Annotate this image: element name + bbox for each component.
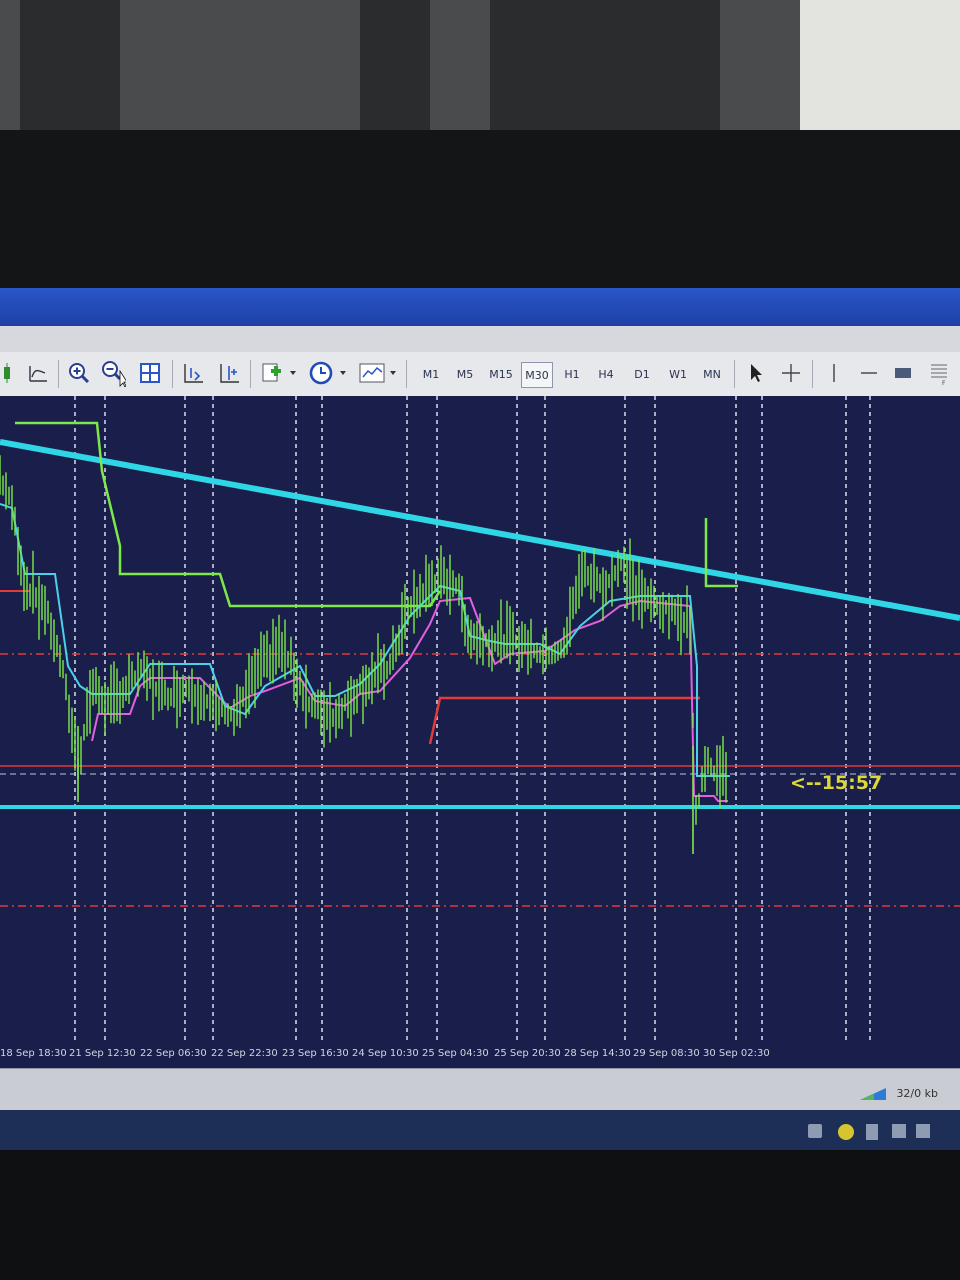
time-axis-label: 25 Sep 20:30 [494, 1048, 561, 1059]
connection-bars-icon [860, 1088, 886, 1100]
time-axis: 18 Sep 18:30 21 Sep 12:30 22 Sep 06:30 2… [0, 1042, 960, 1068]
volume-icon[interactable] [916, 1124, 930, 1138]
moving-average [91, 596, 728, 802]
flag-icon[interactable] [866, 1124, 878, 1140]
crosshair-icon[interactable] [778, 360, 804, 386]
zoom-out-icon[interactable] [100, 360, 126, 387]
time-axis-label: 30 Sep 02:30 [703, 1048, 770, 1059]
timeframe-h4-button[interactable]: H4 [591, 362, 621, 386]
timeframe-w1-button[interactable]: W1 [663, 362, 693, 386]
zoom-in-icon[interactable] [66, 360, 92, 386]
time-axis-label: 21 Sep 12:30 [69, 1048, 136, 1059]
time-axis-label: 23 Sep 16:30 [282, 1048, 349, 1059]
rectangle-icon[interactable] [890, 360, 916, 386]
status-bar: 32/0 kb [0, 1068, 960, 1111]
timeframe-d1-button[interactable]: D1 [627, 362, 657, 386]
price-chart[interactable] [0, 396, 960, 1042]
moving-average [0, 503, 730, 777]
time-axis-label: 18 Sep 18:30 [0, 1048, 67, 1059]
system-taskbar [0, 1110, 960, 1154]
tray-icon[interactable] [808, 1124, 822, 1138]
toolbar-separator [250, 360, 251, 388]
timeframe-mn-button[interactable]: MN [697, 362, 727, 386]
background-door [490, 0, 720, 150]
network-icon[interactable] [892, 1124, 906, 1138]
timeframe-m30-button[interactable]: M30 [521, 362, 553, 388]
trendline [0, 439, 960, 621]
time-axis-label: 22 Sep 22:30 [211, 1048, 278, 1059]
timeframe-m1-button[interactable]: M1 [416, 362, 446, 386]
time-axis-label: 28 Sep 14:30 [564, 1048, 631, 1059]
time-axis-label: 24 Sep 10:30 [352, 1048, 419, 1059]
toolbar-separator [58, 360, 59, 388]
auto-scroll-icon[interactable] [216, 360, 242, 386]
tray-icon[interactable] [838, 1124, 854, 1140]
step-indicator [15, 421, 442, 608]
timeframe-m5-button[interactable]: M5 [450, 362, 480, 386]
monitor-bezel [0, 1150, 960, 1280]
svg-text:F: F [942, 380, 946, 386]
window-titlebar[interactable] [0, 288, 960, 328]
periodicity-clock-icon[interactable] [306, 360, 350, 386]
candles-icon[interactable] [0, 360, 16, 386]
monitor-bezel [0, 130, 960, 290]
traffic-status: 32/0 kb [896, 1087, 938, 1100]
indicators-icon[interactable] [258, 360, 300, 386]
line-chart-icon[interactable] [26, 360, 50, 386]
chart-toolbar: M1 M5 M15 M30 H1 H4 D1 W1 MN F [0, 352, 960, 397]
toolbar-separator [406, 360, 407, 388]
time-axis-label: 29 Sep 08:30 [633, 1048, 700, 1059]
time-axis-label: 22 Sep 06:30 [140, 1048, 207, 1059]
cursor-arrow-icon[interactable] [742, 360, 768, 386]
toolbar-separator [172, 360, 173, 388]
bar-countdown-label: <--15:57 [790, 772, 883, 794]
background-door [20, 0, 120, 150]
templates-icon[interactable] [356, 360, 400, 386]
toolbar-separator [812, 360, 813, 388]
toolbar-separator [734, 360, 735, 388]
background-door [360, 0, 430, 150]
price-chart-canvas[interactable] [0, 396, 960, 1042]
time-axis-label: 25 Sep 04:30 [422, 1048, 489, 1059]
fibonacci-icon[interactable]: F [926, 360, 952, 386]
vertical-line-icon[interactable] [822, 360, 846, 386]
step-indicator [428, 696, 700, 745]
timeframe-m15-button[interactable]: M15 [486, 362, 516, 386]
tile-windows-icon[interactable] [138, 360, 162, 386]
timeframe-h1-button[interactable]: H1 [557, 362, 587, 386]
window-menubar [0, 326, 960, 352]
horizontal-line-icon[interactable] [856, 360, 882, 386]
chart-shift-icon[interactable] [180, 360, 206, 386]
